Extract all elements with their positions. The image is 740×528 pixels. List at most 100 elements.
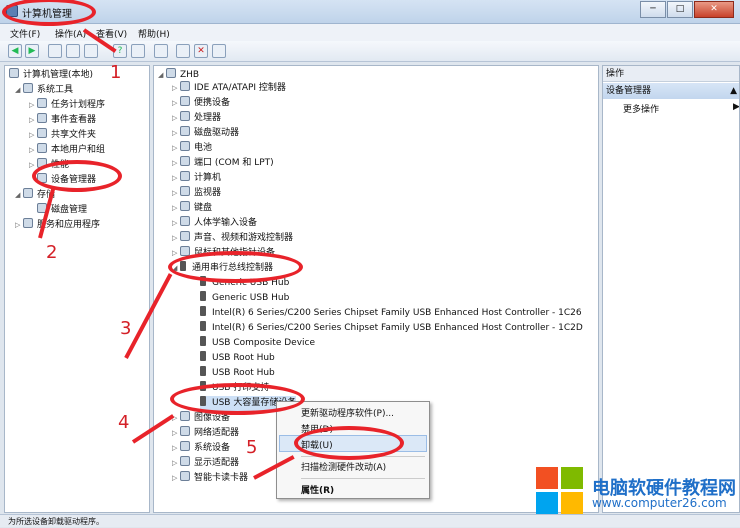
computer-icon (180, 171, 190, 181)
device-category[interactable]: ▷ 电池 (172, 141, 212, 156)
annotation-number-5: 5 (246, 437, 258, 458)
menu-file[interactable]: 文件(F) (10, 27, 40, 40)
device-category[interactable]: ▷ 显示适配器 (172, 456, 239, 471)
collapse-up-icon[interactable]: ▲ (730, 83, 737, 99)
tree-system-tools[interactable]: ◢ 系统工具 (15, 83, 73, 98)
services-icon (23, 218, 33, 228)
watermark-url: www.computer26.com (592, 496, 727, 510)
usb-device[interactable]: USB Root Hub (200, 366, 275, 381)
usb-device[interactable]: Intel(R) 6 Series/C200 Series Chipset Fa… (200, 321, 583, 336)
back-icon[interactable]: ◀ (8, 44, 22, 58)
title-bar: 计算机管理 ─ □ ✕ (0, 0, 740, 24)
usb-device[interactable]: Generic USB Hub (200, 291, 289, 306)
usb-icon (200, 321, 206, 331)
actions-selected[interactable]: 设备管理器 ▲ (603, 83, 739, 99)
network-adapter-icon (180, 426, 190, 436)
scan-hardware-icon[interactable] (154, 44, 168, 58)
actions-pane: 操作 设备管理器 ▲ 更多操作 ▶ (602, 65, 740, 513)
maximize-button[interactable]: □ (667, 1, 693, 18)
annotation-ring-usb-storage (170, 383, 305, 415)
view-icon[interactable] (131, 44, 145, 58)
windows-logo-icon (536, 467, 584, 515)
hid-icon (180, 216, 190, 226)
device-category[interactable]: ▷ 便携设备 (172, 96, 230, 111)
close-button[interactable]: ✕ (694, 1, 734, 18)
chevron-right-icon: ▶ (733, 102, 740, 112)
device-category[interactable]: ▷ 网络适配器 (172, 426, 239, 441)
collapse-arrow-icon[interactable]: ◢ (15, 83, 23, 98)
device-category[interactable]: ▷ 人体学输入设备 (172, 216, 257, 231)
device-category[interactable]: ▷ 处理器 (172, 111, 221, 126)
sound-icon (180, 231, 190, 241)
storage-icon (23, 188, 33, 198)
monitor-icon (180, 186, 190, 196)
menu-action[interactable]: 操作(A) (55, 27, 86, 40)
actions-header: 操作 (603, 66, 739, 82)
up-folder-icon[interactable] (48, 44, 62, 58)
tree-item-task-scheduler[interactable]: ▷ 任务计划程序 (29, 98, 105, 113)
usb-device[interactable]: USB Root Hub (200, 351, 275, 366)
shared-folder-icon (37, 128, 47, 138)
menu-bar: 文件(F) 操作(A) 查看(V) 帮助(H) (0, 24, 740, 41)
usb-device[interactable]: USB Composite Device (200, 336, 315, 351)
smartcard-reader-icon (180, 471, 190, 481)
menu-separator (301, 478, 425, 479)
annotation-ring-device-manager (32, 160, 122, 192)
system-device-icon (180, 441, 190, 451)
tree-item-local-users[interactable]: ▷ 本地用户和组 (29, 143, 105, 158)
usb-icon (200, 306, 206, 316)
portable-device-icon (180, 96, 190, 106)
annotation-number-3: 3 (120, 318, 132, 339)
menu-help[interactable]: 帮助(H) (138, 27, 170, 40)
display-adapter-icon (180, 456, 190, 466)
device-category[interactable]: ▷ IDE ATA/ATAPI 控制器 (172, 81, 286, 96)
device-category[interactable]: ▷ 智能卡读卡器 (172, 471, 248, 486)
device-category[interactable]: ▷ 端口 (COM 和 LPT) (172, 156, 274, 171)
tools-icon (23, 83, 33, 93)
annotation-number-4: 4 (118, 412, 130, 433)
device-category[interactable]: ▷ 计算机 (172, 171, 221, 186)
imaging-icon (180, 411, 190, 421)
menu-scan-hardware[interactable]: 扫描检测硬件改动(A) (301, 460, 386, 473)
usb-icon (200, 366, 206, 376)
usb-icon (200, 336, 206, 346)
tree-services[interactable]: ▷ 服务和应用程序 (15, 218, 100, 233)
uninstall-icon[interactable]: ✕ (194, 44, 208, 58)
usb-device[interactable]: Intel(R) 6 Series/C200 Series Chipset Fa… (200, 306, 582, 321)
enable-device-icon[interactable] (212, 44, 226, 58)
computer-icon (166, 68, 176, 78)
device-category[interactable]: ▷ 系统设备 (172, 441, 230, 456)
tree-root[interactable]: 计算机管理(本地) (9, 68, 93, 83)
disk-drive-icon (180, 126, 190, 136)
menu-update-driver[interactable]: 更新驱动程序软件(P)... (301, 406, 394, 419)
device-category[interactable]: ▷ 声音、视频和游戏控制器 (172, 231, 293, 246)
processor-icon (180, 111, 190, 121)
device-category[interactable]: ▷ 监视器 (172, 186, 221, 201)
users-icon (37, 143, 47, 153)
device-category[interactable]: ▷ 磁盘驱动器 (172, 126, 239, 141)
computer-icon (9, 68, 19, 78)
tree-item-shared-folders[interactable]: ▷ 共享文件夹 (29, 128, 96, 143)
device-category[interactable]: ▷ 键盘 (172, 201, 212, 216)
more-actions[interactable]: 更多操作 ▶ (623, 102, 739, 115)
tree-item-event-viewer[interactable]: ▷ 事件查看器 (29, 113, 96, 128)
update-driver-icon[interactable] (176, 44, 190, 58)
console-tree: 计算机管理(本地) ◢ 系统工具 ▷ 任务计划程序 ▷ 事件查看器 ▷ 共享文件夹 ▷ 本… (4, 65, 150, 513)
ide-controller-icon (180, 81, 190, 91)
collapse-arrow-icon[interactable]: ◢ (15, 188, 23, 203)
annotation-number-1: 1 (110, 62, 122, 83)
forward-icon[interactable]: ▶ (25, 44, 39, 58)
battery-icon (180, 141, 190, 151)
usb-icon (200, 351, 206, 361)
toolbar: ◀ ▶ ? ✕ (0, 41, 740, 62)
status-bar: 为所选设备卸载驱动程序。 (0, 514, 740, 527)
minimize-button[interactable]: ─ (640, 1, 666, 18)
keyboard-icon (180, 201, 190, 211)
show-hide-tree-icon[interactable] (66, 44, 80, 58)
annotation-ring-usb-controllers (168, 251, 303, 283)
annotation-ring-uninstall (294, 426, 404, 460)
clock-icon (37, 98, 47, 108)
properties-icon[interactable] (84, 44, 98, 58)
menu-properties[interactable]: 属性(R) (301, 483, 334, 496)
port-icon (180, 156, 190, 166)
